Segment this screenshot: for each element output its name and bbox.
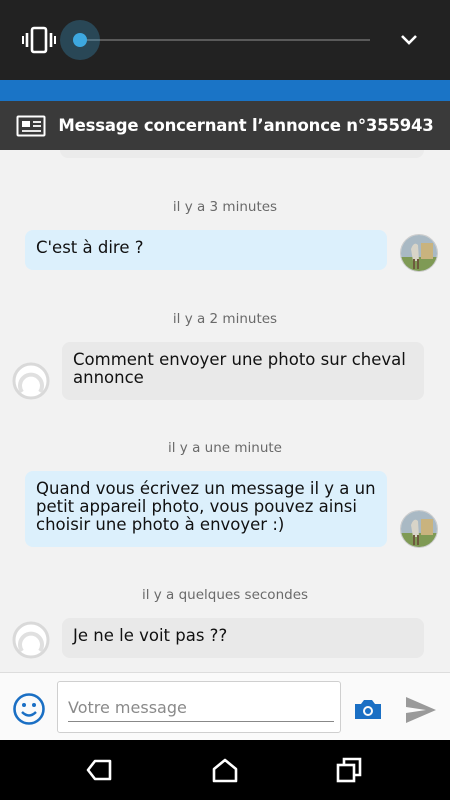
send-icon[interactable] <box>404 695 438 725</box>
message-bubble-partial <box>60 150 424 158</box>
camera-icon[interactable] <box>353 697 383 721</box>
home-icon[interactable] <box>211 757 239 783</box>
volume-panel <box>0 0 450 80</box>
newspaper-icon <box>16 115 46 136</box>
volume-slider-thumb[interactable] <box>73 33 87 47</box>
message-timestamp: il y a 2 minutes <box>172 311 278 327</box>
message-bubble-incoming[interactable]: Comment envoyer une photo sur cheval ann… <box>62 342 424 400</box>
recent-apps-icon[interactable] <box>336 757 362 783</box>
message-bubble-outgoing[interactable]: Quand vous écrivez un message il y a un … <box>25 471 387 547</box>
message-composer <box>0 672 450 740</box>
emoji-icon[interactable] <box>12 692 46 726</box>
header-title: Message concernant l’annonce n°355943 <box>58 116 434 135</box>
default-avatar-icon <box>14 150 50 156</box>
default-avatar-icon[interactable] <box>12 621 50 659</box>
system-navigation-bar <box>0 740 450 800</box>
user-avatar[interactable] <box>400 234 438 272</box>
back-icon[interactable] <box>86 759 112 781</box>
horse-photo-icon <box>401 511 437 547</box>
chevron-down-icon[interactable] <box>398 30 420 50</box>
volume-slider-track[interactable] <box>80 39 370 41</box>
default-avatar-icon[interactable] <box>12 362 50 400</box>
message-input[interactable] <box>68 694 334 722</box>
message-bubble-outgoing[interactable]: C'est à dire ? <box>25 230 387 270</box>
message-timestamp: il y a 3 minutes <box>172 199 278 215</box>
app-toolbar <box>0 80 450 101</box>
message-bubble-incoming[interactable]: Je ne le voit pas ?? <box>62 618 424 658</box>
chat-thread[interactable]: il y a 3 minutes C'est à dire ? il y a 2… <box>0 150 450 672</box>
message-timestamp: il y a quelques secondes <box>141 587 309 603</box>
conversation-header[interactable]: Message concernant l’annonce n°355943 <box>0 101 450 150</box>
horse-photo-icon <box>401 235 437 271</box>
message-timestamp: il y a une minute <box>168 440 282 456</box>
message-input-container <box>57 681 341 733</box>
user-avatar[interactable] <box>400 510 438 548</box>
vibrate-icon[interactable] <box>22 26 56 54</box>
